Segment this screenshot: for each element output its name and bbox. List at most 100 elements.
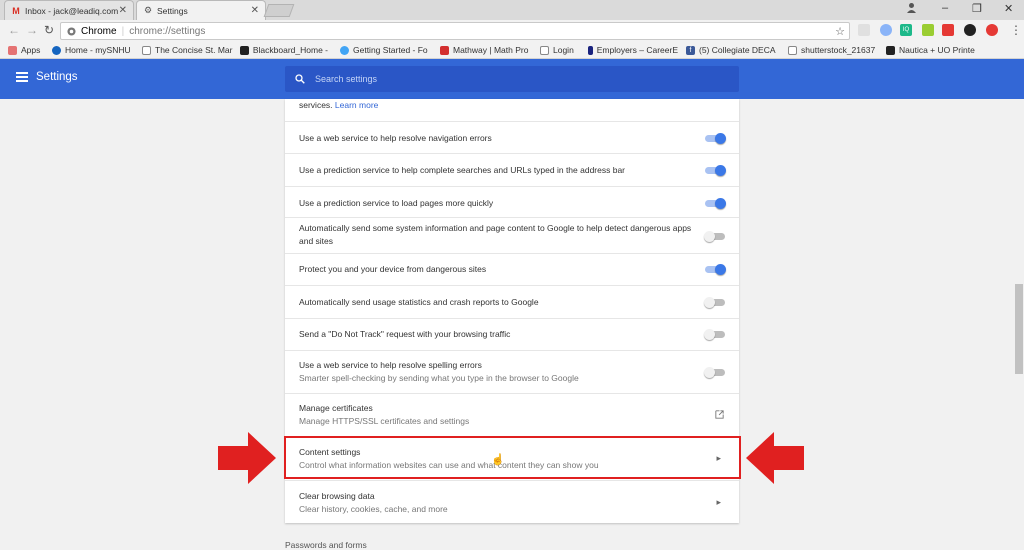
close-tab-icon[interactable]: ✕ bbox=[119, 5, 127, 16]
setting-row-safe-browsing-reporting[interactable]: Automatically send some system informati… bbox=[285, 217, 739, 253]
close-tab-icon[interactable]: ✕ bbox=[251, 5, 259, 16]
bookmark-item[interactable]: Employers – CareerE bbox=[588, 45, 678, 55]
site-icon bbox=[52, 45, 61, 55]
tab-strip: M Inbox - jack@leadiq.com ✕ ⚙ Settings ✕… bbox=[0, 0, 1024, 20]
learn-more-link[interactable]: Learn more bbox=[335, 100, 378, 110]
hamburger-menu-icon[interactable] bbox=[16, 72, 28, 82]
bookmark-star-icon[interactable]: ☆ bbox=[835, 25, 845, 38]
setting-row-prediction-search[interactable]: Use a prediction service to help complet… bbox=[285, 153, 739, 186]
search-input[interactable] bbox=[315, 74, 695, 84]
gear-icon: ⚙ bbox=[143, 5, 153, 15]
page-title: Settings bbox=[36, 71, 78, 83]
toggle-switch[interactable] bbox=[704, 329, 725, 340]
gmail-icon: M bbox=[12, 5, 20, 16]
cloud-icon bbox=[340, 45, 349, 55]
toggle-switch[interactable] bbox=[705, 198, 726, 209]
extension-icon[interactable] bbox=[880, 24, 892, 36]
blackboard-icon bbox=[240, 45, 249, 55]
setting-sublabel: Manage HTTPS/SSL certificates and settin… bbox=[299, 416, 470, 426]
section-title-passwords: Passwords and forms bbox=[285, 540, 367, 550]
bookmark-item[interactable]: f (5) Collegiate DECA bbox=[686, 45, 776, 55]
tab-settings-title: Settings bbox=[157, 5, 188, 16]
setting-label: Manage certificates bbox=[299, 403, 373, 413]
scrollbar[interactable] bbox=[1014, 99, 1024, 548]
setting-label: Automatically send usage statistics and … bbox=[299, 297, 539, 307]
bookmark-item[interactable]: Nautica + UO Printe bbox=[886, 45, 1020, 55]
bookmark-apps[interactable]: Apps bbox=[8, 45, 40, 55]
back-button[interactable]: ← bbox=[8, 23, 20, 37]
toggle-switch[interactable] bbox=[704, 367, 725, 378]
bookmark-item[interactable]: Mathway | Math Pro bbox=[440, 45, 532, 55]
extension-icon[interactable] bbox=[986, 24, 998, 36]
setting-row-usage-stats[interactable]: Automatically send usage statistics and … bbox=[285, 285, 739, 318]
left-arrow-annotation-icon bbox=[218, 432, 276, 484]
maximize-button[interactable]: ❐ bbox=[972, 2, 982, 15]
setting-label: Automatically send some system informati… bbox=[299, 223, 692, 246]
close-window-button[interactable]: ✕ bbox=[1004, 2, 1013, 15]
tab-settings[interactable]: ⚙ Settings ✕ bbox=[136, 0, 266, 20]
bookmark-item[interactable]: shutterstock_21637 bbox=[788, 45, 878, 55]
bookmark-item[interactable]: The Concise St. Mar bbox=[142, 45, 234, 55]
setting-label: Use a web service to help resolve naviga… bbox=[299, 133, 492, 143]
toggle-switch[interactable] bbox=[705, 264, 726, 275]
setting-label: Use a web service to help resolve spelli… bbox=[299, 360, 482, 370]
settings-header: Settings bbox=[0, 59, 1024, 99]
bookmark-item[interactable]: Getting Started - Fo bbox=[340, 45, 432, 55]
new-tab-button[interactable] bbox=[263, 4, 295, 17]
extension-icon[interactable] bbox=[964, 24, 976, 36]
bookmark-item[interactable]: Login bbox=[540, 45, 574, 55]
setting-sublabel: Smarter spell-checking by sending what y… bbox=[299, 373, 579, 383]
address-site-label: Chrome bbox=[81, 25, 117, 37]
facebook-icon: f bbox=[686, 45, 695, 55]
forward-button[interactable]: → bbox=[26, 23, 38, 37]
chevron-right-icon: ▸ bbox=[716, 497, 721, 507]
address-bar[interactable]: Chrome | chrome://settings ☆ bbox=[60, 22, 850, 40]
setting-row-do-not-track[interactable]: Send a "Do Not Track" request with your … bbox=[285, 318, 739, 350]
setting-row-navigation-errors[interactable]: Use a web service to help resolve naviga… bbox=[285, 121, 739, 153]
profile-icon[interactable] bbox=[906, 2, 917, 16]
right-arrow-annotation-icon bbox=[746, 432, 804, 484]
browser-toolbar: ← → ↻ Chrome | chrome://settings ☆ IQ ⋮ bbox=[0, 20, 1024, 42]
reload-button[interactable]: ↻ bbox=[44, 23, 54, 37]
uo-icon bbox=[886, 45, 895, 55]
content-settings-highlight-box bbox=[284, 436, 741, 479]
scrollbar-thumb[interactable] bbox=[1015, 284, 1023, 374]
page-icon bbox=[142, 45, 151, 55]
setting-row-manage-certificates[interactable]: Manage certificates Manage HTTPS/SSL cer… bbox=[285, 393, 739, 436]
hand-cursor-icon: ☝ bbox=[491, 454, 505, 466]
extension-icon[interactable] bbox=[942, 24, 954, 36]
setting-sublabel: Clear history, cookies, cache, and more bbox=[299, 504, 448, 514]
toggle-switch[interactable] bbox=[704, 231, 725, 242]
extension-icon[interactable] bbox=[922, 24, 934, 36]
services-text: services. bbox=[299, 100, 333, 110]
setting-row-prediction-load[interactable]: Use a prediction service to load pages m… bbox=[285, 186, 739, 217]
search-box[interactable] bbox=[285, 66, 739, 92]
bookmark-item[interactable]: Home - mySNHU bbox=[52, 45, 131, 55]
page-icon bbox=[788, 45, 797, 55]
setting-label: Clear browsing data bbox=[299, 491, 375, 501]
extension-icon[interactable] bbox=[858, 24, 870, 36]
page-icon bbox=[540, 45, 549, 55]
bookmark-item[interactable]: Blackboard_Home - bbox=[240, 45, 328, 55]
apps-grid-icon bbox=[8, 45, 17, 55]
external-link-icon[interactable] bbox=[714, 409, 725, 420]
toggle-switch[interactable] bbox=[704, 297, 725, 308]
setting-label: Use a prediction service to help complet… bbox=[299, 165, 626, 175]
feather-icon bbox=[588, 45, 593, 55]
setting-row-spelling[interactable]: Use a web service to help resolve spelli… bbox=[285, 350, 739, 393]
toggle-switch[interactable] bbox=[705, 165, 726, 176]
tab-inbox-title: Inbox - jack@leadiq.com bbox=[25, 5, 119, 16]
setting-label: Send a "Do Not Track" request with your … bbox=[299, 329, 511, 339]
services-row: services. Learn more bbox=[285, 99, 739, 121]
menu-icon[interactable]: ⋮ bbox=[1010, 23, 1022, 37]
bookmarks-bar: Apps Home - mySNHU The Concise St. Mar B… bbox=[0, 42, 1024, 59]
minimize-button[interactable]: – bbox=[942, 2, 948, 14]
leadiq-extension-icon[interactable]: IQ bbox=[900, 24, 912, 36]
mathway-icon bbox=[440, 45, 449, 55]
tab-inbox[interactable]: M Inbox - jack@leadiq.com ✕ bbox=[4, 0, 134, 20]
toggle-switch[interactable] bbox=[705, 133, 726, 144]
setting-label: Use a prediction service to load pages m… bbox=[299, 198, 494, 208]
chrome-icon bbox=[67, 26, 76, 36]
setting-row-safe-browsing[interactable]: Protect you and your device from dangero… bbox=[285, 253, 739, 285]
setting-row-clear-browsing-data[interactable]: Clear browsing data Clear history, cooki… bbox=[285, 480, 739, 523]
